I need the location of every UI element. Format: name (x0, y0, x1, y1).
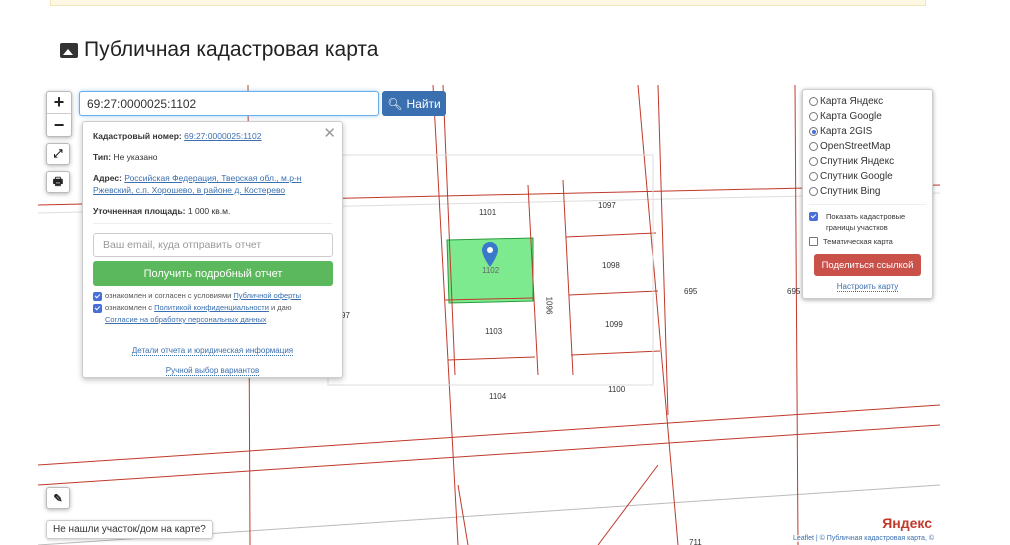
radio[interactable] (809, 112, 818, 121)
parcel-label: 1104 (489, 392, 507, 401)
layer-label: Карта Яндекс (820, 96, 884, 107)
agree2-mid: и даю (271, 303, 292, 312)
zoom-out-button[interactable]: − (47, 114, 71, 136)
not-found-button[interactable]: Не нашли участок/дом на карте? (46, 520, 213, 539)
type-value: Не указано (113, 152, 158, 162)
cad-number-link[interactable]: 69:27:0000025:1102 (184, 131, 261, 141)
radio[interactable] (809, 187, 818, 196)
offer-link[interactable]: Публичной оферты (233, 291, 301, 300)
layer-option[interactable]: Карта Google (809, 109, 926, 124)
privacy-link[interactable]: Политикой конфиденциальности (154, 303, 269, 312)
layer-label: Спутник Google (820, 171, 893, 182)
parcel-label: 1103 (485, 327, 503, 336)
configure-map-link[interactable]: Настроить карту (836, 282, 899, 292)
parcel-label: 711 (689, 538, 702, 545)
layer-label: OpenStreetMap (820, 141, 891, 152)
layer-label: Карта Google (820, 111, 882, 122)
layer-option[interactable]: OpenStreetMap (809, 139, 926, 154)
layer-label: Карта 2GIS (820, 126, 873, 137)
consent-link[interactable]: Согласие на обработку персональных данны… (105, 315, 266, 324)
radio[interactable] (809, 97, 818, 106)
attribution-text: | © Публичная кадастровая карта, © (815, 535, 934, 542)
layer-option[interactable]: Спутник Google (809, 169, 926, 184)
layer-option[interactable]: Спутник Яндекс (809, 154, 926, 169)
find-label: Найти (406, 96, 441, 111)
borders-label: Показать кадастровые границы участков (826, 212, 906, 232)
offer-checkbox[interactable] (93, 291, 102, 301)
layer-option[interactable]: Карта 2GIS (809, 124, 926, 139)
print-icon: 🖶 (52, 175, 64, 188)
measure-button[interactable]: ✎ (46, 487, 70, 509)
layer-option[interactable]: Спутник Bing (809, 184, 926, 199)
image-icon (60, 42, 78, 58)
email-input[interactable]: Ваш email, куда отправить отчет (93, 233, 333, 257)
parcel-label: 1100 (608, 385, 626, 394)
layers-panel: Карта Яндекс Карта Google Карта 2GIS Ope… (802, 89, 933, 299)
attribution: Leaflet | © Публичная кадастровая карта,… (792, 535, 934, 542)
radio[interactable] (809, 157, 818, 166)
close-icon[interactable]: ✕ (323, 124, 336, 142)
zoom-in-button[interactable]: + (47, 92, 71, 114)
parcel-label: 1101 (479, 208, 497, 217)
layer-option[interactable]: Карта Яндекс (809, 94, 926, 109)
map-marker-icon[interactable] (481, 241, 499, 269)
radio[interactable] (809, 127, 818, 136)
search-icon: 🔍︎ (387, 96, 403, 111)
borders-checkbox[interactable] (809, 212, 818, 221)
thematic-label: Тематическая карта (823, 237, 893, 246)
cad-label: Кадастровый номер: (93, 131, 182, 141)
privacy-checkbox[interactable] (93, 303, 102, 313)
type-label: Тип: (93, 152, 112, 162)
agree2-text: ознакомлен с (105, 303, 153, 312)
parcel-label: 1097 (598, 201, 616, 210)
expand-icon: ⤢ (53, 147, 63, 160)
agree1-text: ознакомлен и согласен с условиями (105, 291, 232, 300)
parcel-popup: ✕ Кадастровый номер: 69:27:0000025:1102 … (82, 121, 343, 378)
ruler-icon: ✎ (53, 492, 63, 505)
print-button[interactable]: 🖶 (46, 171, 70, 193)
area-value: 1 000 кв.м. (187, 206, 231, 216)
parcel-label: 695 (787, 287, 801, 296)
layer-label: Спутник Яндекс (820, 156, 895, 167)
area-label: Уточненная площадь: (93, 206, 186, 216)
page-title-text: Публичная кадастровая карта (84, 38, 379, 61)
find-button[interactable]: 🔍︎ Найти (382, 91, 446, 116)
radio[interactable] (809, 172, 818, 181)
parcel-label: 1096 (544, 296, 554, 315)
parcel-label: 1099 (605, 320, 623, 329)
get-report-button[interactable]: Получить подробный отчет (93, 261, 333, 286)
thematic-checkbox[interactable] (809, 237, 818, 246)
details-link[interactable]: Детали отчета и юридическая информация (131, 346, 294, 356)
notice-banner (50, 0, 926, 6)
zoom-control: + − (46, 91, 72, 137)
leaflet-link[interactable]: Leaflet (793, 535, 814, 542)
manual-select-link[interactable]: Ручной выбор вариантов (165, 366, 260, 376)
address-label: Адрес: (93, 173, 122, 183)
layer-label: Спутник Bing (820, 186, 881, 197)
fullscreen-button[interactable]: ⤢ (46, 143, 70, 165)
search-input[interactable]: 69:27:0000025:1102 (79, 91, 379, 116)
radio[interactable] (809, 142, 818, 151)
yandex-logo: Яндекс (882, 515, 932, 531)
parcel-label: 695 (684, 287, 698, 296)
address-link[interactable]: Российская Федерация, Тверская обл., м.р… (93, 173, 302, 195)
parcel-label: 1098 (602, 261, 620, 270)
share-link-button[interactable]: Поделиться ссылкой (814, 254, 921, 276)
page-title: Публичная кадастровая карта (60, 38, 378, 62)
